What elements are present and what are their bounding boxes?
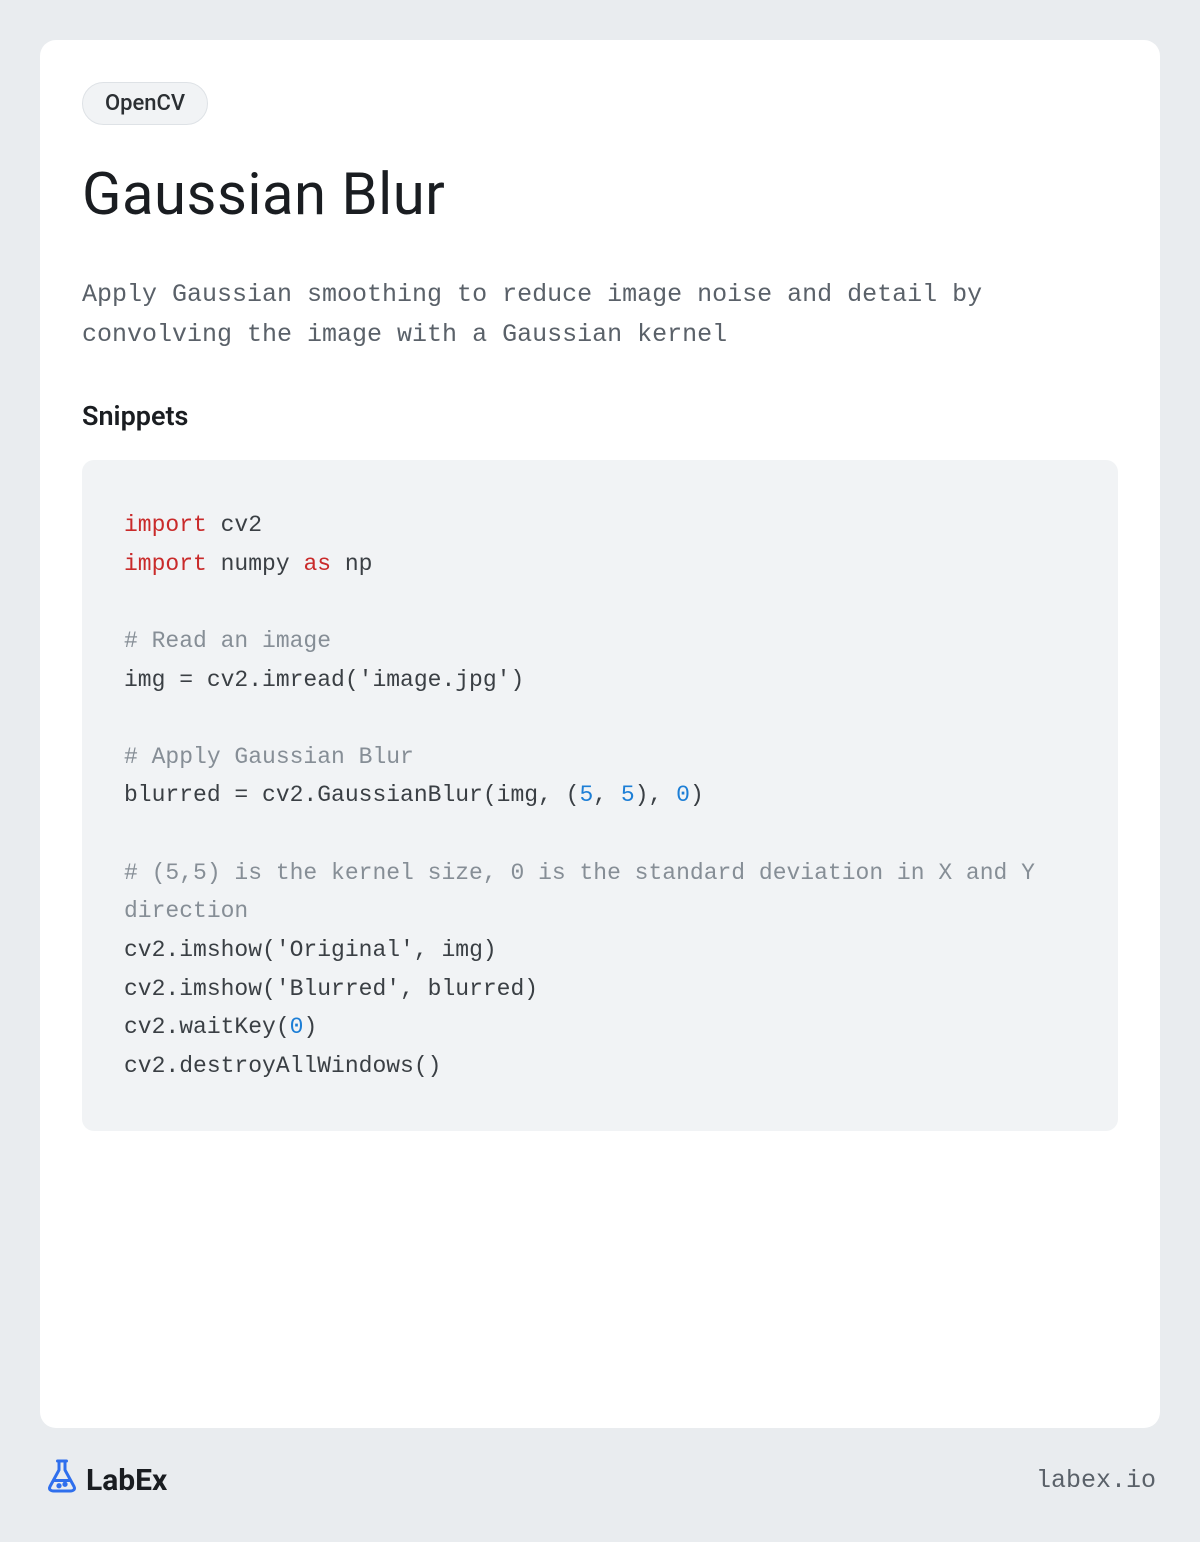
page-title: Gaussian Blur [82, 161, 1118, 229]
category-tag[interactable]: OpenCV [82, 82, 208, 125]
snippets-heading: Snippets [82, 400, 1118, 432]
site-url[interactable]: labex.io [1036, 1466, 1156, 1495]
brand-name: LabEx [86, 1463, 167, 1498]
brand-logo[interactable]: LabEx [44, 1458, 167, 1502]
page-description: Apply Gaussian smoothing to reduce image… [82, 275, 1118, 354]
content-card: OpenCV Gaussian Blur Apply Gaussian smoo… [40, 40, 1160, 1428]
flask-icon [44, 1458, 80, 1502]
page-footer: LabEx labex.io [40, 1458, 1160, 1502]
code-snippet: import cv2 import numpy as np # Read an … [82, 460, 1118, 1131]
